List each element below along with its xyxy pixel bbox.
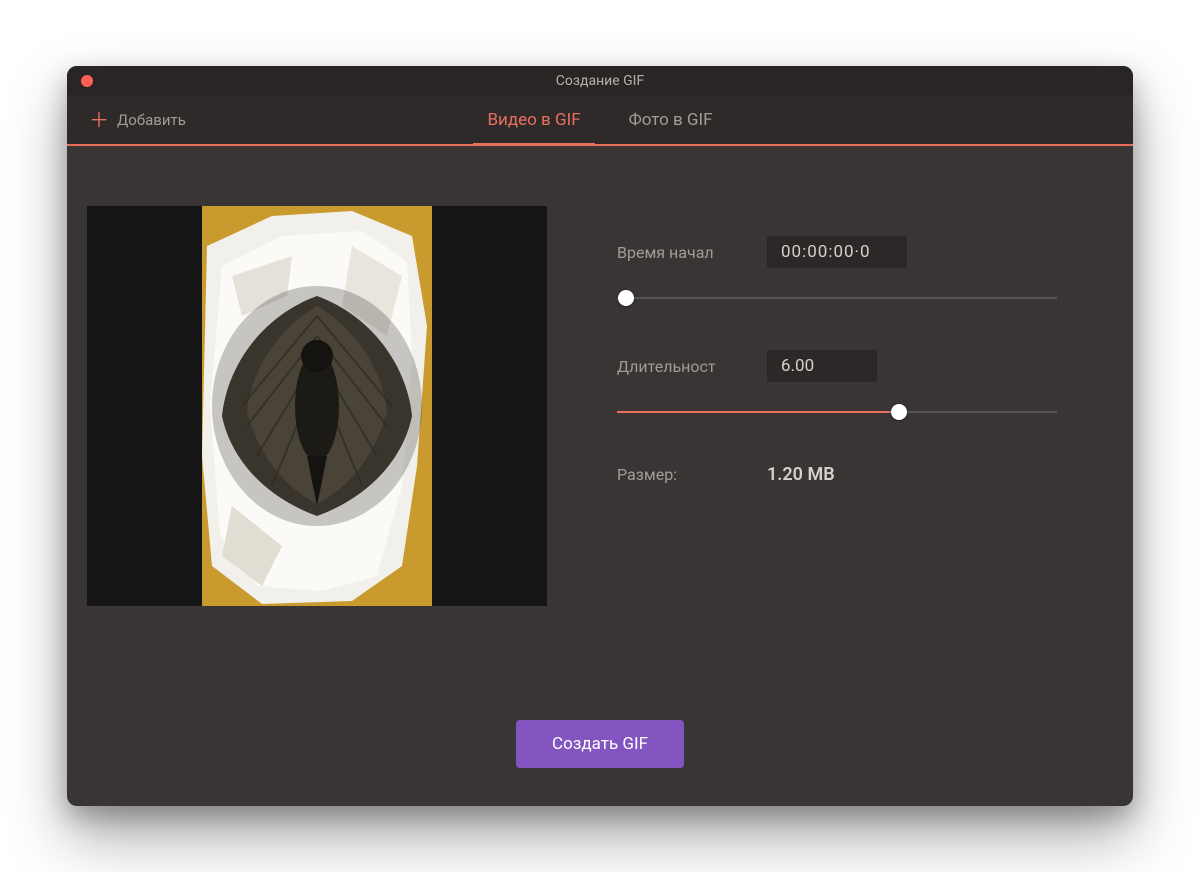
slider-track	[617, 297, 1057, 299]
add-button-label: Добавить	[117, 111, 186, 129]
content-area: Время начал 00:00:00·0 Длительност 6.00	[67, 146, 1133, 692]
slider-thumb[interactable]	[618, 290, 634, 306]
duration-label: Длительност	[617, 357, 747, 376]
window-title: Создание GIF	[67, 73, 1133, 89]
tab-label: Фото в GIF	[629, 110, 713, 130]
footer: Создать GIF	[67, 692, 1133, 806]
tabs: Видео в GIF Фото в GIF	[67, 96, 1133, 144]
titlebar: Создание GIF	[67, 66, 1133, 96]
duration-slider[interactable]	[617, 404, 1057, 420]
duration-input[interactable]: 6.00	[767, 350, 877, 382]
size-label: Размер:	[617, 465, 747, 484]
toolbar: ＋ Добавить Видео в GIF Фото в GIF	[67, 96, 1133, 146]
start-time-label: Время начал	[617, 243, 747, 262]
size-value: 1.20 MB	[767, 464, 835, 485]
close-icon[interactable]	[81, 75, 93, 87]
preview-frame-image	[202, 206, 432, 606]
tab-photo-to-gif[interactable]: Фото в GIF	[605, 96, 737, 144]
plus-icon: ＋	[89, 110, 109, 130]
slider-thumb[interactable]	[891, 404, 907, 420]
slider-fill	[617, 411, 899, 413]
start-time-input[interactable]: 00:00:00·0	[767, 236, 907, 268]
tab-label: Видео в GIF	[487, 110, 580, 130]
create-gif-button[interactable]: Создать GIF	[516, 720, 684, 768]
window-controls	[81, 75, 93, 87]
add-button[interactable]: ＋ Добавить	[67, 96, 208, 144]
tab-video-to-gif[interactable]: Видео в GIF	[463, 96, 604, 144]
start-time-slider[interactable]	[617, 290, 1057, 306]
gif-creator-window: Создание GIF ＋ Добавить Видео в GIF Фото…	[67, 66, 1133, 806]
controls-panel: Время начал 00:00:00·0 Длительност 6.00	[617, 206, 1073, 692]
video-preview[interactable]	[87, 206, 547, 606]
